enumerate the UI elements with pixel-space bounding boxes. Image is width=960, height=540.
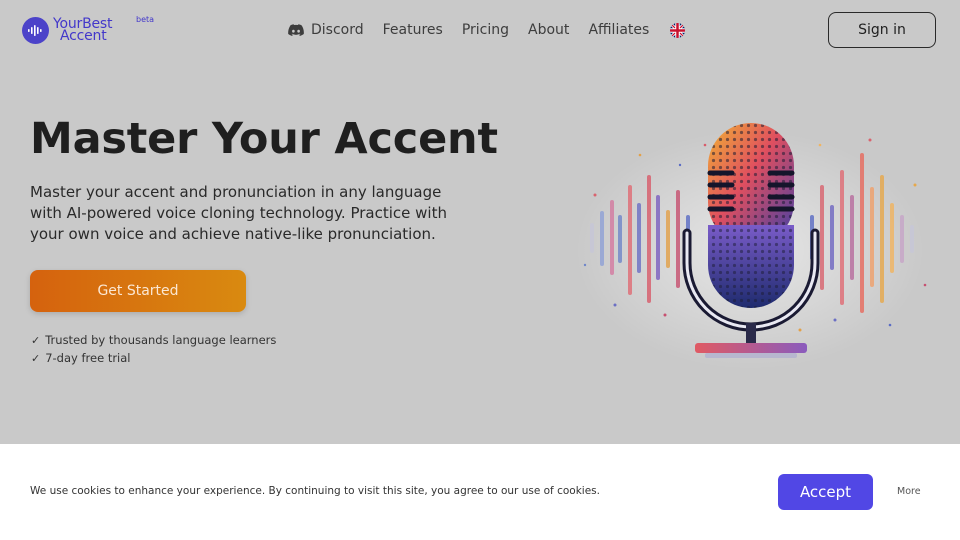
check-item-label: Trusted by thousands language learners <box>45 333 277 347</box>
nav-discord[interactable]: Discord <box>288 22 364 38</box>
get-started-button[interactable]: Get Started <box>30 270 246 312</box>
discord-icon <box>288 24 304 36</box>
microphone-illustration-icon <box>570 115 935 375</box>
site-header: YourBest Accent beta Discord Features Pr… <box>0 0 960 60</box>
check-icon: ✓ <box>31 333 41 347</box>
logo-text-line2: Accent <box>60 28 107 44</box>
page-title: Master Your Accent <box>30 114 498 164</box>
nav-affiliates[interactable]: Affiliates <box>588 22 649 38</box>
uk-flag-icon[interactable] <box>670 22 686 38</box>
check-item: ✓ 7-day free trial <box>31 349 276 367</box>
hero-description: Master your accent and pronunciation in … <box>30 183 447 243</box>
cookie-message: We use cookies to enhance your experienc… <box>30 485 600 497</box>
nav-features[interactable]: Features <box>383 22 443 38</box>
feature-checklist: ✓ Trusted by thousands language learners… <box>31 331 276 367</box>
accept-cookies-button[interactable]: Accept <box>778 474 873 510</box>
beta-badge: beta <box>136 15 155 24</box>
soundwave-logo-icon <box>22 17 49 44</box>
nav-pricing[interactable]: Pricing <box>462 22 509 38</box>
logo[interactable]: YourBest Accent beta <box>22 14 162 48</box>
check-item: ✓ Trusted by thousands language learners <box>31 331 276 349</box>
check-icon: ✓ <box>31 351 41 365</box>
more-link[interactable]: More <box>897 486 921 497</box>
check-item-label: 7-day free trial <box>45 351 131 365</box>
main-nav: Discord Features Pricing About Affiliate… <box>288 19 686 41</box>
nav-about[interactable]: About <box>528 22 569 38</box>
sign-in-button[interactable]: Sign in <box>828 12 936 48</box>
nav-discord-label: Discord <box>311 22 364 38</box>
